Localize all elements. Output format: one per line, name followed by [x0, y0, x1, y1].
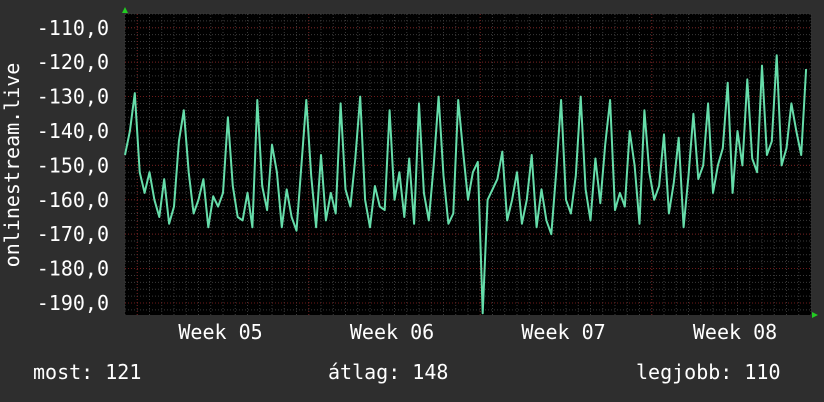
x-tick-label: Week 06 — [350, 320, 434, 344]
y-tick-label: -160,0 — [37, 188, 109, 212]
y-tick-label: -140,0 — [37, 119, 109, 143]
y-tick-label: -120,0 — [37, 50, 109, 74]
stats-bar: most: 121 átlag: 148 legjobb: 110 — [0, 360, 824, 390]
y-tick-label: -170,0 — [37, 222, 109, 246]
y-tick-label: -190,0 — [37, 291, 109, 315]
y-tick-label: -130,0 — [37, 85, 109, 109]
y-tick-label: -110,0 — [37, 16, 109, 40]
x-tick-label: Week 08 — [693, 320, 777, 344]
y-axis: -110,0 -120,0 -130,0 -140,0 -150,0 -160,0 -170… — [37, 16, 109, 315]
y-tick-label: -150,0 — [37, 153, 109, 177]
x-tick-label: Week 07 — [521, 320, 605, 344]
y-tick-label: -180,0 — [37, 257, 109, 281]
best-stat: legjobb: 110 — [636, 360, 781, 384]
x-tick-label: Week 05 — [178, 320, 262, 344]
average-stat: átlag: 148 — [328, 360, 449, 384]
chart: -110,0 -120,0 -130,0 -140,0 -150,0 -160,0 -170… — [0, 0, 824, 360]
y-axis-label: onlinestream.live — [0, 63, 24, 268]
current-stat: most: 121 — [33, 360, 142, 384]
